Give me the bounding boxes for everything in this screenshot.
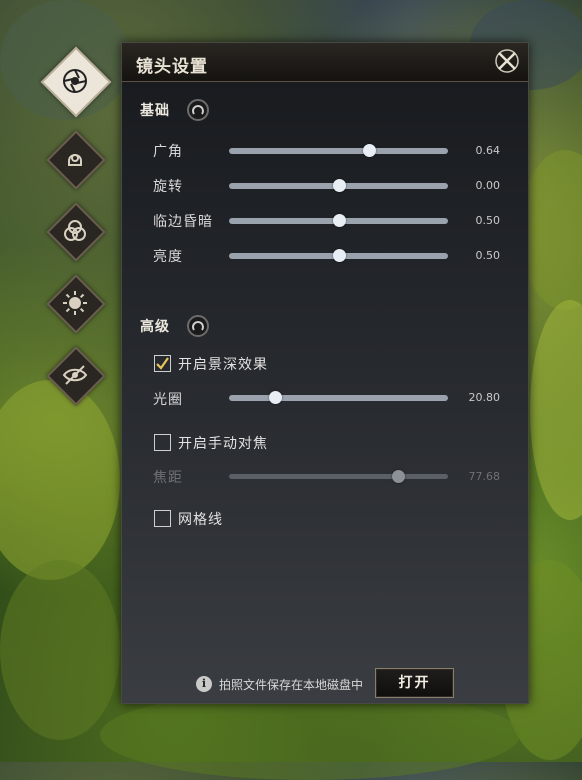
sun-icon <box>50 278 100 328</box>
check-icon <box>156 357 169 370</box>
rail-button-filter[interactable] <box>46 202 106 262</box>
camera-aperture-icon <box>50 56 100 106</box>
advanced-reset-button[interactable] <box>187 315 209 337</box>
panel-title: 镜头设置 <box>136 57 208 77</box>
save-location-message: 拍照文件保存在本地磁盘中 <box>219 678 364 692</box>
open-folder-button[interactable]: 打开 <box>375 668 454 698</box>
portrait-icon <box>50 134 100 184</box>
manual-focus-label: 开启手动对焦 <box>178 436 268 452</box>
filter-circles-icon <box>50 206 100 256</box>
slider-knob <box>391 470 405 483</box>
slider-value-focal-distance: 77.68 <box>468 470 501 483</box>
slider-knob[interactable] <box>268 391 282 404</box>
depth-of-field-label: 开启景深效果 <box>178 357 268 373</box>
slider-label-brightness: 亮度 <box>153 249 183 265</box>
slider-focal-distance <box>229 470 448 483</box>
slider-knob[interactable] <box>332 179 346 192</box>
slider-value-vignette: 0.50 <box>475 214 501 227</box>
grid-lines-label: 网格线 <box>178 512 223 528</box>
slider-value-wide-angle: 0.64 <box>475 144 501 157</box>
close-icon <box>495 49 519 73</box>
slider-aperture[interactable] <box>229 391 448 404</box>
basic-reset-button[interactable] <box>187 99 209 121</box>
slider-brightness[interactable] <box>229 249 448 262</box>
slider-label-wide-angle: 广角 <box>153 144 183 160</box>
slider-rotation[interactable] <box>229 179 448 192</box>
slider-label-rotation: 旋转 <box>153 179 183 195</box>
hide-eye-icon <box>50 350 100 400</box>
slider-value-aperture: 20.80 <box>468 391 501 404</box>
slider-knob[interactable] <box>332 214 346 227</box>
slider-value-brightness: 0.50 <box>475 249 501 262</box>
reset-icon <box>192 321 204 331</box>
rail-button-light[interactable] <box>46 274 106 334</box>
slider-knob[interactable] <box>363 144 377 157</box>
close-button[interactable] <box>494 48 520 74</box>
depth-of-field-checkbox[interactable] <box>154 355 171 372</box>
slider-vignette[interactable] <box>229 214 448 227</box>
slider-label-aperture: 光圈 <box>153 392 183 408</box>
camera-settings-panel: 镜头设置 基础 广角 0.64 旋转 0.00 临边昏暗 0.50 亮度 0.5… <box>121 42 529 704</box>
info-icon: i <box>196 676 212 692</box>
basic-section-title: 基础 <box>140 103 170 119</box>
rail-button-portrait[interactable] <box>46 130 106 190</box>
slider-wide-angle[interactable] <box>229 144 448 157</box>
manual-focus-checkbox[interactable] <box>154 434 171 451</box>
grid-lines-checkbox[interactable] <box>154 510 171 527</box>
slider-label-vignette: 临边昏暗 <box>153 214 213 230</box>
rail-button-camera[interactable] <box>40 46 112 118</box>
rail-button-hide-ui[interactable] <box>46 346 106 406</box>
slider-label-focal-distance: 焦距 <box>153 470 183 486</box>
slider-knob[interactable] <box>332 249 346 262</box>
slider-value-rotation: 0.00 <box>475 179 501 192</box>
advanced-section-title: 高级 <box>140 319 170 335</box>
reset-icon <box>192 105 204 115</box>
panel-header: 镜头设置 <box>122 43 528 82</box>
